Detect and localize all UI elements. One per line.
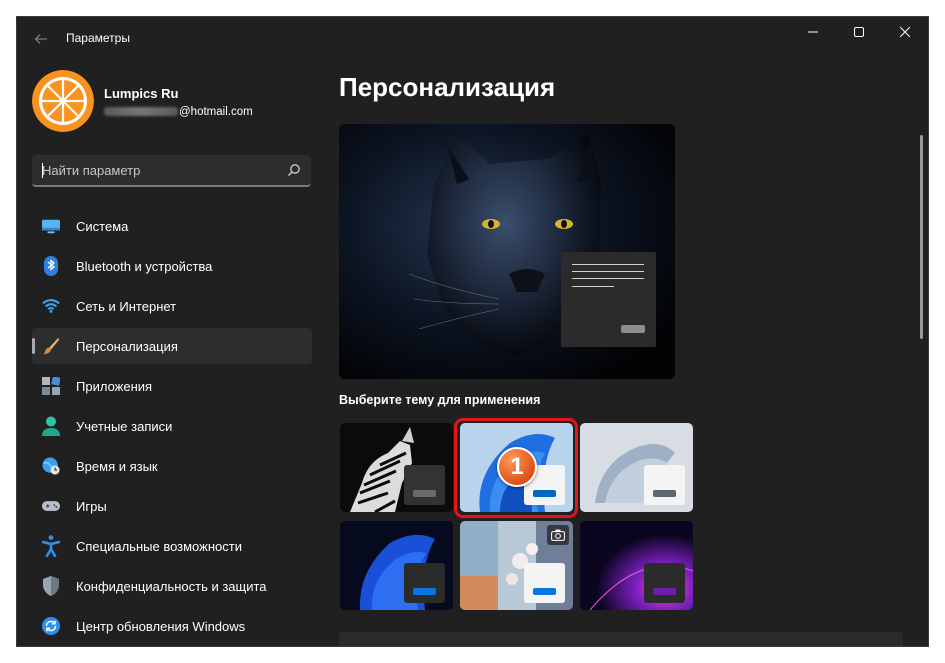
sidebar-item-network[interactable]: Сеть и Интернет [32, 288, 312, 324]
sidebar-item-label: Конфиденциальность и защита [76, 578, 267, 594]
accessibility-icon [42, 535, 60, 557]
blurred-email-prefix [104, 107, 178, 117]
text-caret [42, 163, 43, 178]
theme-color-chip [644, 465, 685, 505]
theme-chip-accent [413, 588, 436, 595]
sidebar-item-label: Сеть и Интернет [76, 298, 177, 314]
update-icon [42, 617, 60, 635]
close-icon [900, 27, 910, 37]
theme-chip-accent [653, 490, 676, 497]
user-email: @hotmail.com [104, 106, 253, 118]
title-bar: Параметры [17, 17, 928, 61]
gamepad-icon [42, 497, 60, 515]
preview-line [572, 278, 644, 279]
sidebar-item-accounts[interactable]: Учетные записи [32, 408, 312, 444]
sidebar-nav: Система Bluetooth и устройства Сеть и Ин… [32, 208, 312, 646]
sidebar-item-label: Приложения [76, 378, 153, 394]
clock-globe-icon [42, 457, 60, 475]
themes-section-label: Выберите тему для применения [339, 393, 541, 407]
back-button[interactable] [29, 27, 53, 51]
sidebar-item-accessibility[interactable]: Специальные возможности [32, 528, 312, 564]
orange-slice-avatar-icon [32, 70, 94, 132]
sidebar-item-label: Система [76, 218, 129, 234]
sidebar-item-system[interactable]: Система [32, 208, 312, 244]
preview-sample-window [561, 252, 656, 347]
sidebar-item-gaming[interactable]: Игры [32, 488, 312, 524]
minimize-button[interactable] [790, 17, 836, 47]
theme-color-chip [644, 563, 685, 603]
theme-chip-accent [413, 490, 436, 497]
preview-line [572, 271, 644, 272]
sidebar-item-privacy[interactable]: Конфиденциальность и защита [32, 568, 312, 604]
sidebar-item-label: Игры [76, 498, 107, 514]
window-title: Параметры [66, 31, 130, 45]
apps-icon [42, 377, 60, 395]
avatar[interactable] [32, 70, 94, 132]
camera-icon [547, 525, 569, 545]
sidebar-item-label: Персонализация [76, 338, 178, 354]
theme-preview [339, 124, 675, 379]
search-icon[interactable] [287, 163, 301, 177]
sidebar-item-label: Bluetooth и устройства [76, 258, 213, 274]
theme-card-windows-dark[interactable] [340, 521, 453, 610]
sidebar-item-label: Центр обновления Windows [76, 618, 246, 634]
vertical-scrollbar[interactable] [920, 135, 923, 339]
sidebar-item-windows-update[interactable]: Центр обновления Windows [32, 608, 312, 644]
maximize-button[interactable] [836, 17, 882, 47]
page-title: Персонализация [339, 72, 556, 102]
sidebar-item-label: Время и язык [76, 458, 158, 474]
theme-card-spotlight[interactable] [460, 521, 573, 610]
user-name: Lumpics Ru [104, 86, 179, 101]
step-number-badge: 1 [497, 447, 537, 487]
person-icon [42, 416, 60, 436]
theme-grid: 1 [340, 418, 700, 613]
search-box[interactable] [32, 155, 311, 187]
wifi-icon [42, 297, 60, 315]
sidebar-item-personalization[interactable]: Персонализация [32, 328, 312, 364]
minimize-icon [808, 31, 818, 33]
theme-color-chip [404, 563, 445, 603]
preview-button [621, 325, 645, 333]
preview-line [572, 286, 614, 287]
theme-chip-accent [533, 588, 556, 595]
theme-chip-accent [653, 588, 676, 595]
theme-card-purple-glow[interactable] [580, 521, 693, 610]
sidebar-item-apps[interactable]: Приложения [32, 368, 312, 404]
close-button[interactable] [882, 17, 928, 47]
maximize-icon [854, 27, 864, 37]
back-arrow-icon [34, 34, 47, 44]
bluetooth-icon [42, 256, 60, 276]
user-email-domain: @hotmail.com [179, 106, 253, 118]
theme-color-chip [404, 465, 445, 505]
next-settings-panel [339, 632, 903, 646]
theme-color-chip [524, 563, 565, 603]
monitor-icon [42, 217, 60, 235]
sidebar-item-bluetooth[interactable]: Bluetooth и устройства [32, 248, 312, 284]
settings-window: Параметры Lumpics Ru @hotmail.com Найти … [16, 16, 929, 647]
sidebar-item-time-language[interactable]: Время и язык [32, 448, 312, 484]
shield-icon [42, 576, 60, 596]
theme-card-silver-bloom[interactable] [580, 423, 693, 512]
search-input[interactable] [42, 155, 272, 185]
sidebar-item-label: Специальные возможности [76, 538, 242, 554]
brush-icon [42, 337, 60, 355]
sidebar-item-label: Учетные записи [76, 418, 173, 434]
theme-card-zebra[interactable] [340, 423, 453, 512]
preview-line [572, 264, 644, 265]
